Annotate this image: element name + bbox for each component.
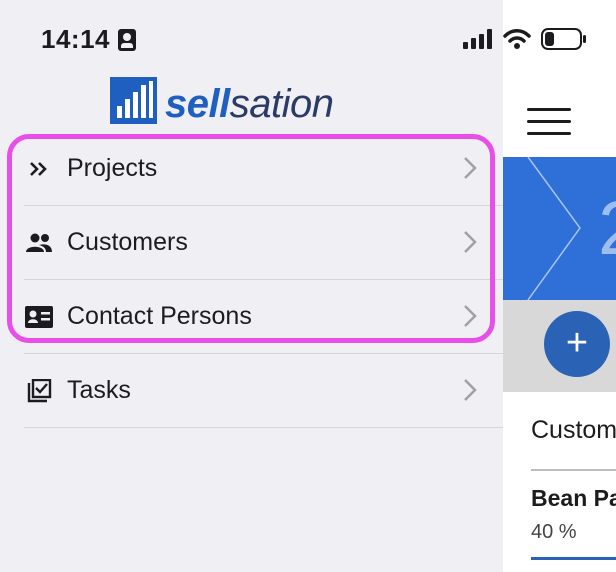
double-chevron-icon bbox=[24, 157, 54, 181]
task-check-icon bbox=[24, 378, 54, 403]
menu-item-label: Customers bbox=[67, 228, 188, 256]
chevron-right-icon bbox=[464, 379, 477, 401]
battery-icon bbox=[541, 28, 586, 50]
menu-item-tasks[interactable]: Tasks bbox=[24, 354, 503, 428]
hamburger-menu-icon[interactable] bbox=[527, 108, 571, 136]
id-card-icon bbox=[24, 305, 54, 329]
hero-banner: 2 bbox=[503, 157, 616, 300]
menu-item-customers[interactable]: Customers bbox=[24, 206, 503, 280]
sellsation-logo: sellsation bbox=[110, 74, 334, 126]
menu-item-label: Contact Persons bbox=[67, 302, 252, 330]
chevron-right-icon bbox=[464, 157, 477, 179]
chevron-right-icon bbox=[464, 305, 477, 327]
menu-item-label: Projects bbox=[67, 154, 158, 182]
progress-bar bbox=[531, 557, 616, 560]
contact-badge-icon bbox=[118, 28, 136, 51]
list-item-percent: 40 % bbox=[531, 521, 577, 543]
time-text: 14:14 bbox=[41, 24, 110, 54]
add-button[interactable]: + bbox=[544, 311, 610, 377]
navigation-drawer: 14:14 sellsation Projects Customers Cont… bbox=[0, 0, 503, 572]
menu-item-projects[interactable]: Projects bbox=[24, 132, 503, 206]
signal-icon bbox=[463, 29, 492, 49]
menu-item-contact-persons[interactable]: Contact Persons bbox=[24, 280, 503, 354]
logo-text: sellsation bbox=[165, 82, 334, 126]
chevron-right-icon bbox=[464, 231, 477, 253]
section-title: Custom bbox=[531, 416, 616, 444]
drawer-menu: Projects Customers Contact Persons Tasks bbox=[24, 132, 503, 428]
hero-number: 2 bbox=[598, 185, 616, 272]
status-bar-time: 14:14 bbox=[41, 24, 136, 55]
bar-chart-logo-icon bbox=[110, 77, 157, 124]
menu-item-label: Tasks bbox=[67, 376, 131, 404]
main-content-panel: 2 + Custom Bean Pa 40 % bbox=[463, 0, 616, 572]
status-icons bbox=[463, 28, 587, 50]
divider bbox=[531, 469, 616, 471]
people-icon bbox=[24, 231, 54, 255]
wifi-icon bbox=[503, 29, 531, 49]
list-item-title[interactable]: Bean Pa bbox=[531, 485, 616, 512]
